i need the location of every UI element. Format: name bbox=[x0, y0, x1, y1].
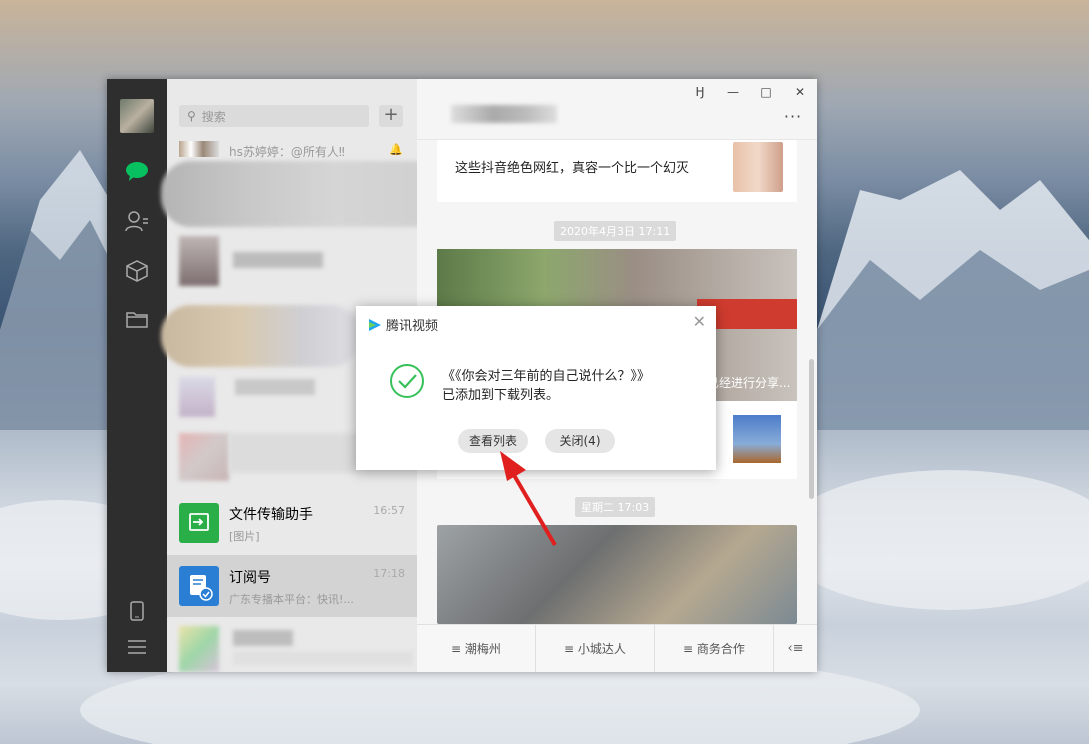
chat-icon[interactable] bbox=[125, 159, 149, 183]
group-avatar bbox=[179, 141, 219, 157]
time-separator: 星期二 17:03 bbox=[575, 497, 656, 517]
dialog-header: 腾讯视频 bbox=[368, 315, 438, 334]
search-placeholder: 搜索 bbox=[201, 109, 226, 124]
add-button[interactable]: + bbox=[379, 105, 403, 127]
contacts-icon[interactable] bbox=[125, 209, 149, 233]
chat-name: hs苏婷婷：@所有人‼ bbox=[229, 145, 345, 159]
chat-name: 文件传输助手 bbox=[229, 507, 313, 523]
chat-preview: [图片] bbox=[229, 530, 260, 543]
search-icon: ⚲ bbox=[187, 109, 196, 123]
article-card[interactable]: 这些抖音绝色网红，真容一个比一个幻灭 bbox=[437, 140, 797, 202]
view-list-button[interactable]: 查看列表 bbox=[458, 429, 528, 453]
article-cover[interactable] bbox=[437, 525, 797, 624]
avatar[interactable] bbox=[120, 99, 154, 133]
blurred-avatar bbox=[179, 433, 229, 481]
blurred-name bbox=[235, 379, 315, 395]
list-item-file-transfer[interactable]: 文件传输助手 [图片] 16:57 bbox=[167, 492, 417, 554]
list-item-subscriptions[interactable]: 订阅号 广东专播本平台：快讯!... 17:18 bbox=[167, 555, 417, 617]
conversation-header: Ӈ — □ ✕ ··· bbox=[417, 79, 817, 140]
subscription-icon bbox=[179, 566, 219, 606]
chat-time: 17:18 bbox=[373, 567, 405, 580]
blurred-name bbox=[233, 252, 323, 268]
menu-label: 商务合作 bbox=[696, 642, 745, 656]
dialog-close-icon[interactable]: ✕ bbox=[693, 312, 706, 331]
article-title: 这些抖音绝色网红，真容一个比一个幻灭 bbox=[455, 161, 690, 176]
dialog-title: 《《你会对三年前的自己说什么？》》 bbox=[442, 369, 651, 384]
chat-time: 16:57 bbox=[373, 504, 405, 517]
dialog-subtitle: 已添加到下载列表。 bbox=[442, 388, 560, 403]
search-input[interactable]: ⚲ 搜索 bbox=[179, 105, 369, 127]
close-dialog-button[interactable]: 关闭(4) bbox=[545, 429, 615, 453]
blurred-name bbox=[233, 630, 293, 646]
keyboard-toggle-icon[interactable]: ‹≡ bbox=[774, 625, 817, 672]
tencent-video-logo-icon bbox=[369, 318, 381, 331]
chat-preview: 广东专播本平台：快讯!... bbox=[229, 593, 354, 606]
more-icon[interactable]: ··· bbox=[783, 107, 803, 126]
blurred-avatar bbox=[179, 377, 215, 417]
chat-name: 订阅号 bbox=[229, 570, 271, 586]
blurred-avatar bbox=[179, 236, 219, 286]
menu-icon[interactable] bbox=[125, 635, 149, 659]
menu-label: 小城达人 bbox=[577, 642, 626, 656]
scrollbar[interactable] bbox=[809, 359, 814, 499]
pin-icon[interactable]: Ӈ bbox=[690, 85, 710, 99]
dialog-app-name: 腾讯视频 bbox=[386, 319, 439, 334]
blurred-preview bbox=[233, 651, 413, 665]
mute-icon: 🔔 bbox=[389, 143, 403, 156]
success-check-icon bbox=[390, 364, 424, 398]
blurred-name bbox=[229, 433, 359, 473]
blurred-chat bbox=[161, 161, 451, 227]
download-dialog: 腾讯视频 ✕ 《《你会对三年前的自己说什么？》》 已添加到下载列表。 查看列表 … bbox=[356, 306, 716, 470]
menu-item-xiaochengdaren[interactable]: ≡ 小城达人 bbox=[536, 625, 655, 672]
phone-icon[interactable] bbox=[125, 599, 149, 623]
minimize-button[interactable]: — bbox=[723, 85, 743, 99]
menu-item-chaomeizhou[interactable]: ≡ 潮梅州 bbox=[417, 625, 536, 672]
maximize-button[interactable]: □ bbox=[756, 85, 776, 99]
article-caption: 已经进行分享... bbox=[707, 376, 791, 390]
folder-icon[interactable] bbox=[125, 307, 149, 331]
list-item[interactable]: hs苏婷婷：@所有人‼ 🔔 bbox=[167, 137, 417, 161]
close-window-button[interactable]: ✕ bbox=[790, 85, 810, 99]
blurred-chat bbox=[161, 305, 361, 367]
time-separator: 2020年4月3日 17:11 bbox=[554, 221, 677, 241]
file-transfer-icon bbox=[179, 503, 219, 543]
nav-bar bbox=[107, 79, 167, 672]
blurred-avatar bbox=[179, 626, 219, 672]
menu-label: 潮梅州 bbox=[464, 642, 501, 656]
menu-item-business[interactable]: ≡ 商务合作 bbox=[655, 625, 774, 672]
article-thumbnail bbox=[733, 142, 783, 192]
article-thumbnail bbox=[733, 415, 781, 463]
cube-icon[interactable] bbox=[125, 259, 149, 283]
blurred-title bbox=[451, 105, 557, 123]
official-account-menu: ≡ 潮梅州 ≡ 小城达人 ≡ 商务合作 ‹≡ bbox=[417, 624, 817, 672]
